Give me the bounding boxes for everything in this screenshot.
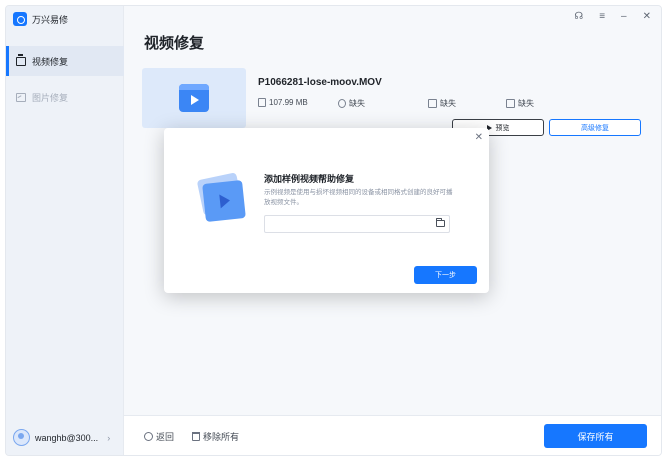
sample-path-input[interactable] bbox=[264, 215, 450, 233]
user-name: wanghb@300... bbox=[35, 432, 99, 443]
chevron-right-icon: › bbox=[107, 432, 111, 443]
minimize-icon[interactable]: – bbox=[621, 11, 627, 22]
camera-icon bbox=[506, 99, 515, 108]
app-logo-icon bbox=[13, 12, 27, 26]
close-icon[interactable]: ✕ bbox=[475, 132, 483, 143]
sidebar-item-label: 图片修复 bbox=[32, 92, 69, 103]
photo-icon bbox=[16, 92, 26, 102]
clock-icon bbox=[338, 99, 346, 108]
save-all-button[interactable]: 保存所有 bbox=[544, 424, 647, 448]
file-codec: 缺失 bbox=[506, 98, 534, 109]
sample-video-illustration bbox=[196, 172, 246, 224]
sidebar: 万兴易修 视频修复 图片修复 wanghb@300... › bbox=[6, 6, 124, 455]
menu-icon[interactable]: ≡ bbox=[599, 11, 605, 22]
file-duration: 缺失 bbox=[338, 98, 365, 109]
app-window: 万兴易修 视频修复 图片修复 wanghb@300... › ☊ ≡ – ✕ 视… bbox=[5, 5, 662, 456]
avatar bbox=[13, 429, 30, 446]
video-icon bbox=[16, 53, 26, 66]
sample-video-dialog: ✕ 添加样例视频帮助修复 示例视频是使用与损坏视频相同的设备或相同格式创建的良好… bbox=[164, 128, 489, 293]
remove-all-button[interactable]: 移除所有 bbox=[192, 430, 239, 443]
sidebar-item-photo-repair[interactable]: 图片修复 bbox=[6, 82, 124, 112]
user-account[interactable]: wanghb@300... › bbox=[13, 429, 110, 446]
file-name: P1066281-lose-moov.MOV bbox=[258, 77, 382, 88]
brand: 万兴易修 bbox=[13, 12, 68, 26]
file-icon bbox=[258, 98, 266, 107]
sidebar-item-video-repair[interactable]: 视频修复 bbox=[6, 46, 124, 76]
trash-icon bbox=[192, 432, 200, 441]
footer-bar: 返回 移除所有 保存所有 bbox=[124, 415, 661, 455]
app-name: 万兴易修 bbox=[32, 14, 69, 25]
back-button[interactable]: 返回 bbox=[144, 430, 174, 443]
file-size: 107.99 MB bbox=[258, 98, 308, 107]
video-thumbnail bbox=[142, 68, 246, 128]
headset-icon[interactable]: ☊ bbox=[574, 11, 583, 22]
window-controls: ☊ ≡ – ✕ bbox=[574, 11, 651, 22]
file-card: P1066281-lose-moov.MOV 107.99 MB 缺失 缺失 缺… bbox=[142, 68, 661, 136]
sidebar-item-label: 视频修复 bbox=[32, 56, 69, 67]
illustration-play-icon bbox=[202, 180, 246, 222]
page-title: 视频修复 bbox=[144, 35, 205, 52]
dialog-description: 示例视频是使用与损坏视频相同的设备或相同格式创建的良好可播放视频文件。 bbox=[264, 189, 453, 206]
back-icon bbox=[144, 432, 153, 441]
resolution-icon bbox=[428, 99, 437, 108]
folder-icon[interactable] bbox=[436, 218, 445, 227]
next-button[interactable]: 下一步 bbox=[414, 266, 477, 284]
dialog-title: 添加样例视频帮助修复 bbox=[264, 174, 355, 184]
video-file-icon bbox=[179, 84, 209, 112]
file-resolution: 缺失 bbox=[428, 98, 456, 109]
close-icon[interactable]: ✕ bbox=[643, 11, 651, 22]
advanced-repair-button[interactable]: 高级修复 bbox=[549, 119, 641, 136]
